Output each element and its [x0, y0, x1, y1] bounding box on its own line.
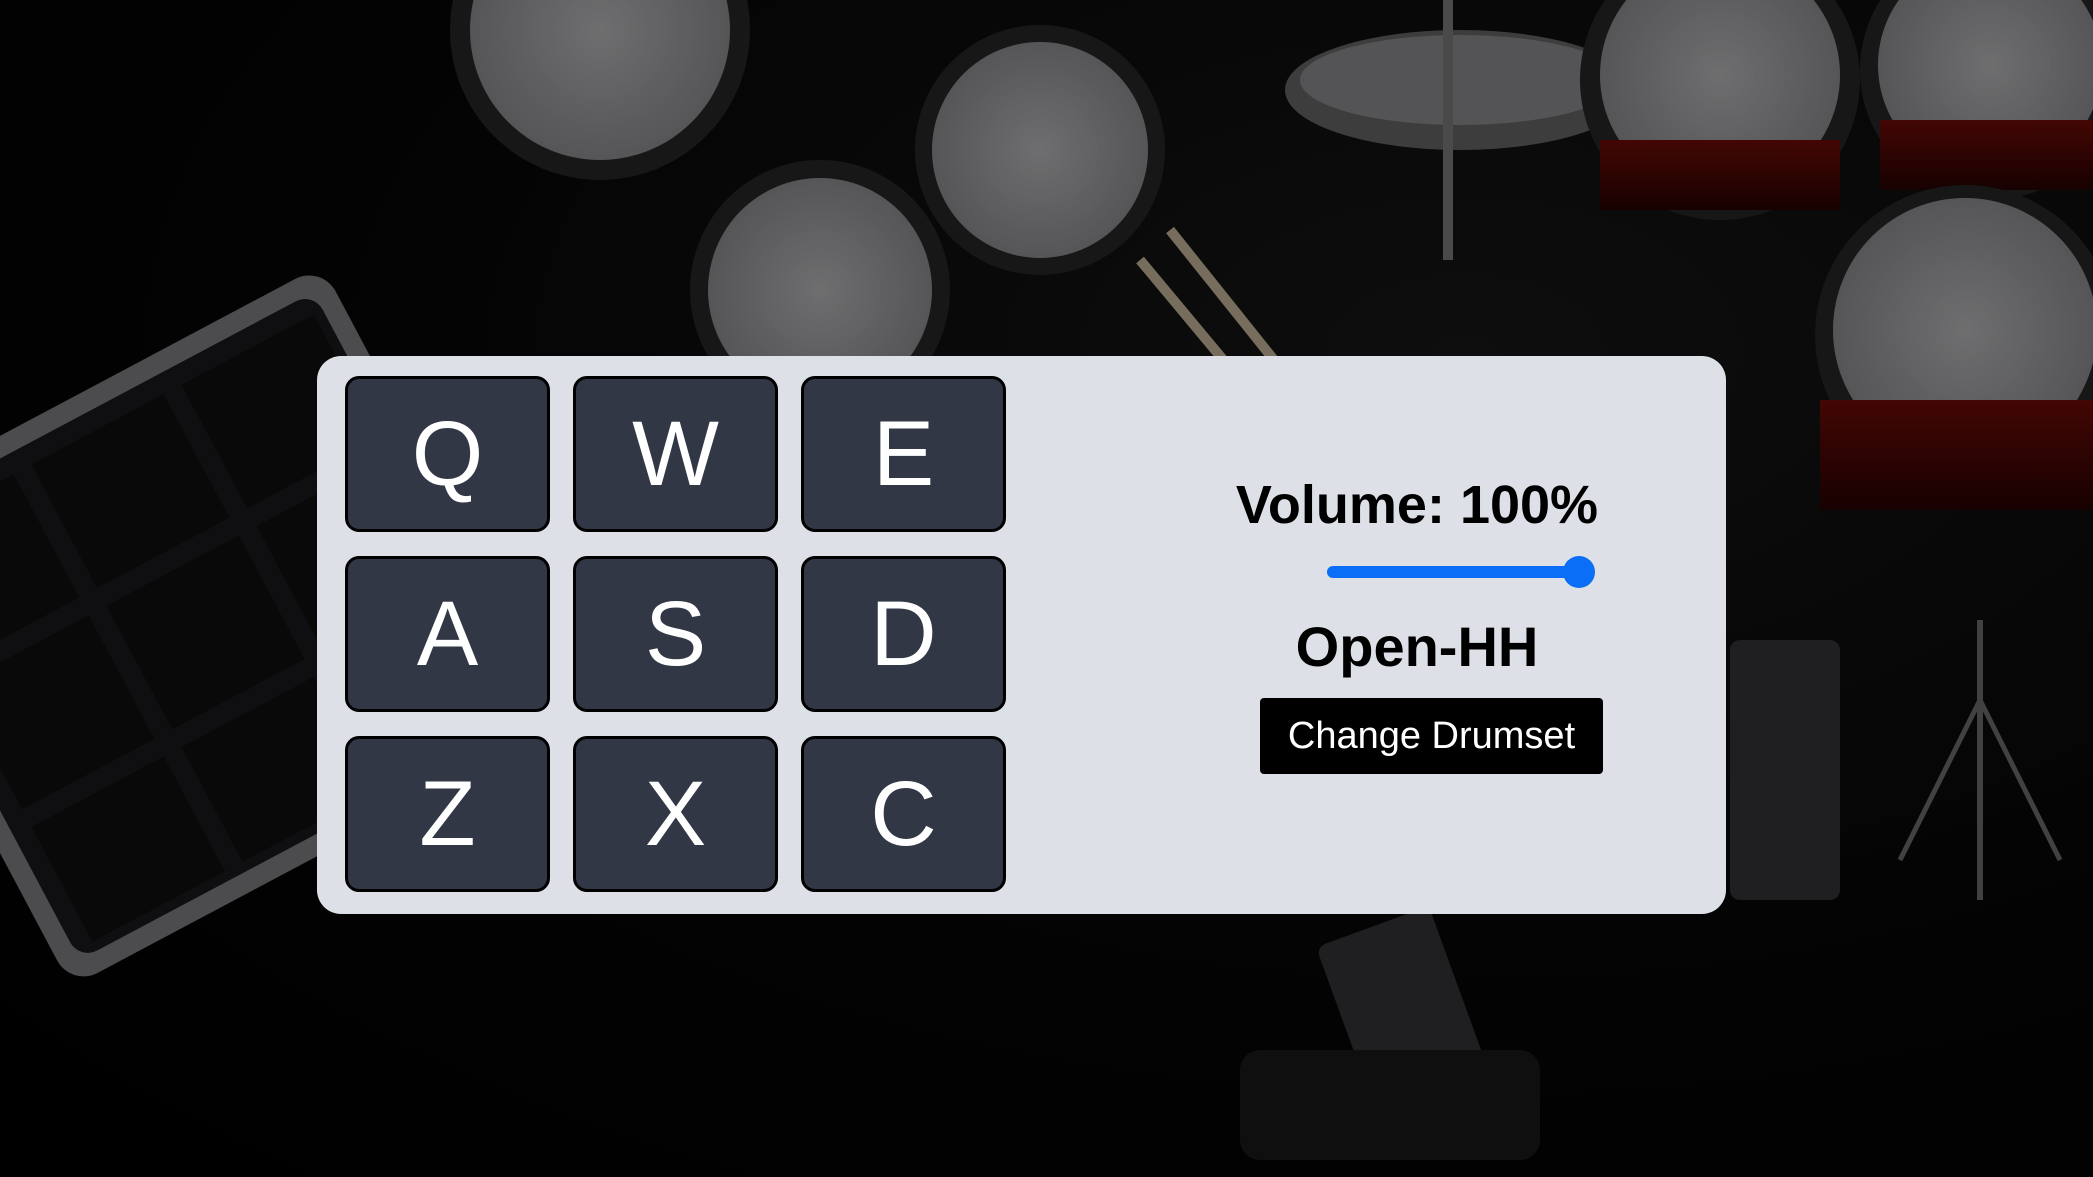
sound-display: Open-HH [1295, 615, 1539, 678]
drum-pad-c[interactable]: C [801, 736, 1006, 892]
change-drumset-button[interactable]: Change Drumset [1260, 698, 1603, 774]
drum-pad-x[interactable]: X [573, 736, 778, 892]
drum-pad-a[interactable]: A [345, 556, 550, 712]
volume-label: Volume: 100% [1235, 475, 1599, 535]
volume-slider-fill [1327, 566, 1579, 578]
drum-pad-d[interactable]: D [801, 556, 1006, 712]
drum-pad-grid: Q W E A S D Z X C [345, 376, 1006, 892]
volume-slider[interactable] [1327, 556, 1595, 588]
controls-panel: Volume: 100% Open-HH Change Drumset [1137, 356, 1697, 914]
app-root: Q W E A S D Z X C Volume: 100% Open-HH C… [0, 0, 2093, 1177]
drum-pad-w[interactable]: W [573, 376, 778, 532]
volume-slider-thumb[interactable] [1563, 556, 1595, 588]
drum-pad-s[interactable]: S [573, 556, 778, 712]
drum-pad-e[interactable]: E [801, 376, 1006, 532]
drum-pad-z[interactable]: Z [345, 736, 550, 892]
drum-machine-panel: Q W E A S D Z X C Volume: 100% Open-HH C… [317, 356, 1726, 914]
drum-pad-q[interactable]: Q [345, 376, 550, 532]
